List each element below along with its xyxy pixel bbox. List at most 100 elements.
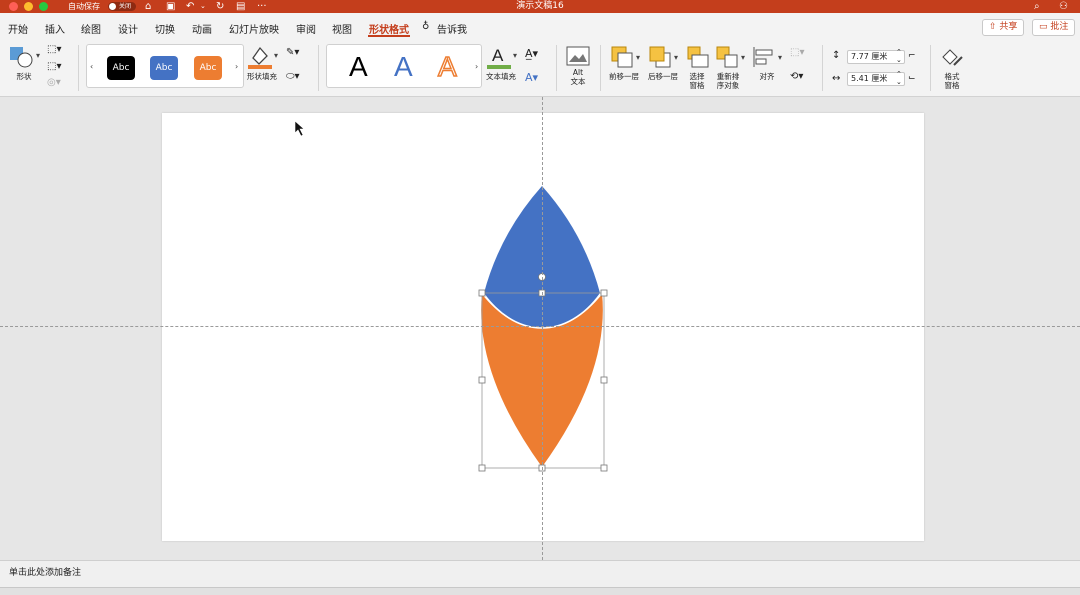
- tab-view[interactable]: 视图: [332, 21, 352, 36]
- align-icon: [753, 47, 773, 67]
- send-backward-label: 后移一层: [648, 72, 678, 81]
- vertical-guide[interactable]: [542, 97, 543, 560]
- tab-shape-format[interactable]: 形状格式: [368, 21, 410, 37]
- text-fill-label: 文本填充: [486, 72, 516, 81]
- align-label: 对齐: [759, 72, 775, 81]
- style-swatch-blue[interactable]: Abc: [150, 56, 178, 80]
- alt-text-button[interactable]: [566, 46, 590, 70]
- text-outline-icon[interactable]: A̲▾: [525, 47, 538, 60]
- group-icon[interactable]: ⬚▾: [790, 47, 804, 58]
- height-stepper[interactable]: ⌃ ⌄: [896, 48, 902, 64]
- share-icon: ⇧: [989, 22, 1000, 32]
- selection-pane-label-line2: 窗格: [689, 81, 705, 90]
- style-swatch-black[interactable]: Abc: [107, 56, 135, 80]
- merge-shapes-icon[interactable]: ◎▾: [47, 77, 61, 88]
- align-button[interactable]: [752, 45, 776, 73]
- format-pane-button[interactable]: [940, 45, 964, 73]
- shape-label: 形状: [16, 72, 32, 81]
- selection-pane-icon: [687, 46, 709, 68]
- tab-slideshow[interactable]: 幻灯片放映: [229, 21, 279, 36]
- divider: [318, 45, 319, 91]
- insert-shape-button[interactable]: [9, 46, 35, 72]
- tab-review[interactable]: 审阅: [296, 21, 316, 36]
- selection-pane-button[interactable]: [686, 45, 710, 73]
- comment-icon: ▭: [1039, 22, 1051, 32]
- comments-button[interactable]: ▭ 批注: [1032, 19, 1076, 36]
- slide-shapes: [294, 120, 608, 472]
- shape-effects-icon[interactable]: ⬭▾: [286, 71, 300, 82]
- send-backward-button[interactable]: [648, 45, 672, 73]
- divider: [822, 45, 823, 91]
- bring-forward-icon: [611, 46, 633, 68]
- shape-fill-label: 形状填充: [247, 72, 277, 81]
- paint-bucket-icon: [248, 46, 272, 69]
- tab-animations[interactable]: 动画: [192, 21, 212, 36]
- gallery-next-icon[interactable]: ›: [475, 62, 478, 71]
- shapes-icon: [10, 47, 33, 68]
- shape-fill-button[interactable]: [247, 44, 273, 74]
- edit-shape-icon[interactable]: ⬚▾: [47, 44, 61, 55]
- width-stepper[interactable]: ⌃ ⌄: [896, 70, 902, 86]
- divider: [78, 45, 79, 91]
- wordart-blue[interactable]: A: [394, 51, 413, 83]
- notes-pane[interactable]: 单击此处添加备注: [0, 560, 1080, 587]
- lightbulb-icon: ♁: [422, 21, 430, 32]
- height-value: 7.77 厘米: [851, 52, 888, 61]
- tell-me-box[interactable]: 告诉我: [437, 21, 467, 36]
- reorder-label-line2: 序对象: [716, 81, 740, 90]
- share-label: 共享: [999, 22, 1018, 32]
- gallery-prev-icon[interactable]: ‹: [90, 62, 93, 71]
- text-fill-button[interactable]: A: [486, 44, 512, 74]
- horizontal-guide[interactable]: [0, 326, 1080, 327]
- alt-text-icon: [566, 46, 590, 66]
- notes-placeholder: 单击此处添加备注: [9, 568, 82, 578]
- reorder-label-line1: 重新排: [716, 72, 740, 81]
- format-pane-icon: [942, 49, 963, 66]
- tab-insert[interactable]: 插入: [45, 21, 65, 36]
- tab-transitions[interactable]: 切换: [155, 21, 175, 36]
- reorder-dropdown-icon[interactable]: ▾: [741, 53, 745, 62]
- alt-text-label-line2: 文本: [570, 77, 586, 86]
- alt-text-label-line1: Alt: [572, 68, 584, 77]
- slide-canvas[interactable]: [162, 113, 924, 541]
- wordart-gallery: A A A ›: [326, 44, 482, 88]
- width-value: 5.41 厘米: [851, 74, 888, 83]
- tab-draw[interactable]: 绘图: [81, 21, 101, 36]
- wordart-black[interactable]: A: [349, 51, 368, 83]
- reorder-objects-button[interactable]: [715, 45, 739, 73]
- style-swatch-orange[interactable]: Abc: [194, 56, 222, 80]
- tab-design[interactable]: 设计: [118, 21, 138, 36]
- bring-forward-button[interactable]: [610, 45, 634, 73]
- crop-icon[interactable]: ⌐: [908, 51, 916, 61]
- mouse-cursor-icon: [294, 120, 305, 137]
- format-pane-label-line1: 格式: [944, 72, 960, 81]
- shape-styles-gallery: ‹ Abc Abc Abc ›: [86, 44, 244, 88]
- tab-home[interactable]: 开始: [8, 21, 28, 36]
- divider: [930, 45, 931, 91]
- shape-outline-icon[interactable]: ✎▾: [286, 47, 299, 58]
- title-bar: 自动保存 关闭 ⌂ ▣ ↶ ⌄ ↻ ▤ ··· 演示文稿16 ⌕ ⚇: [0, 0, 1080, 13]
- text-effects-icon[interactable]: A▾: [525, 71, 538, 84]
- gallery-next-icon[interactable]: ›: [235, 62, 238, 71]
- search-icon[interactable]: ⌕: [1034, 0, 1040, 13]
- align-dropdown-icon[interactable]: ▾: [778, 53, 782, 62]
- svg-text:A: A: [492, 46, 504, 65]
- slide-workspace: [0, 97, 1080, 560]
- text-box-icon[interactable]: ⬚▾: [47, 61, 61, 72]
- comments-label: 批注: [1050, 22, 1069, 32]
- bring-forward-dropdown-icon[interactable]: ▾: [636, 53, 640, 62]
- rotate-icon[interactable]: ⟲▾: [790, 71, 803, 82]
- divider: [600, 45, 601, 91]
- share-button[interactable]: ⇧ 共享: [982, 19, 1025, 36]
- text-fill-dropdown-icon[interactable]: ▾: [513, 51, 517, 60]
- lock-aspect-icon[interactable]: ⌙: [908, 73, 916, 83]
- shape-dropdown-icon[interactable]: ▾: [36, 51, 40, 60]
- text-fill-icon: A: [487, 46, 511, 69]
- shape-fill-dropdown-icon[interactable]: ▾: [274, 51, 278, 60]
- wordart-orange-outline[interactable]: A: [437, 50, 457, 83]
- format-pane-label-line2: 窗格: [944, 81, 960, 90]
- send-backward-dropdown-icon[interactable]: ▾: [674, 53, 678, 62]
- selection-pane-label-line1: 选择: [689, 72, 705, 81]
- account-icon[interactable]: ⚇: [1059, 0, 1068, 13]
- reorder-icon: [716, 46, 738, 68]
